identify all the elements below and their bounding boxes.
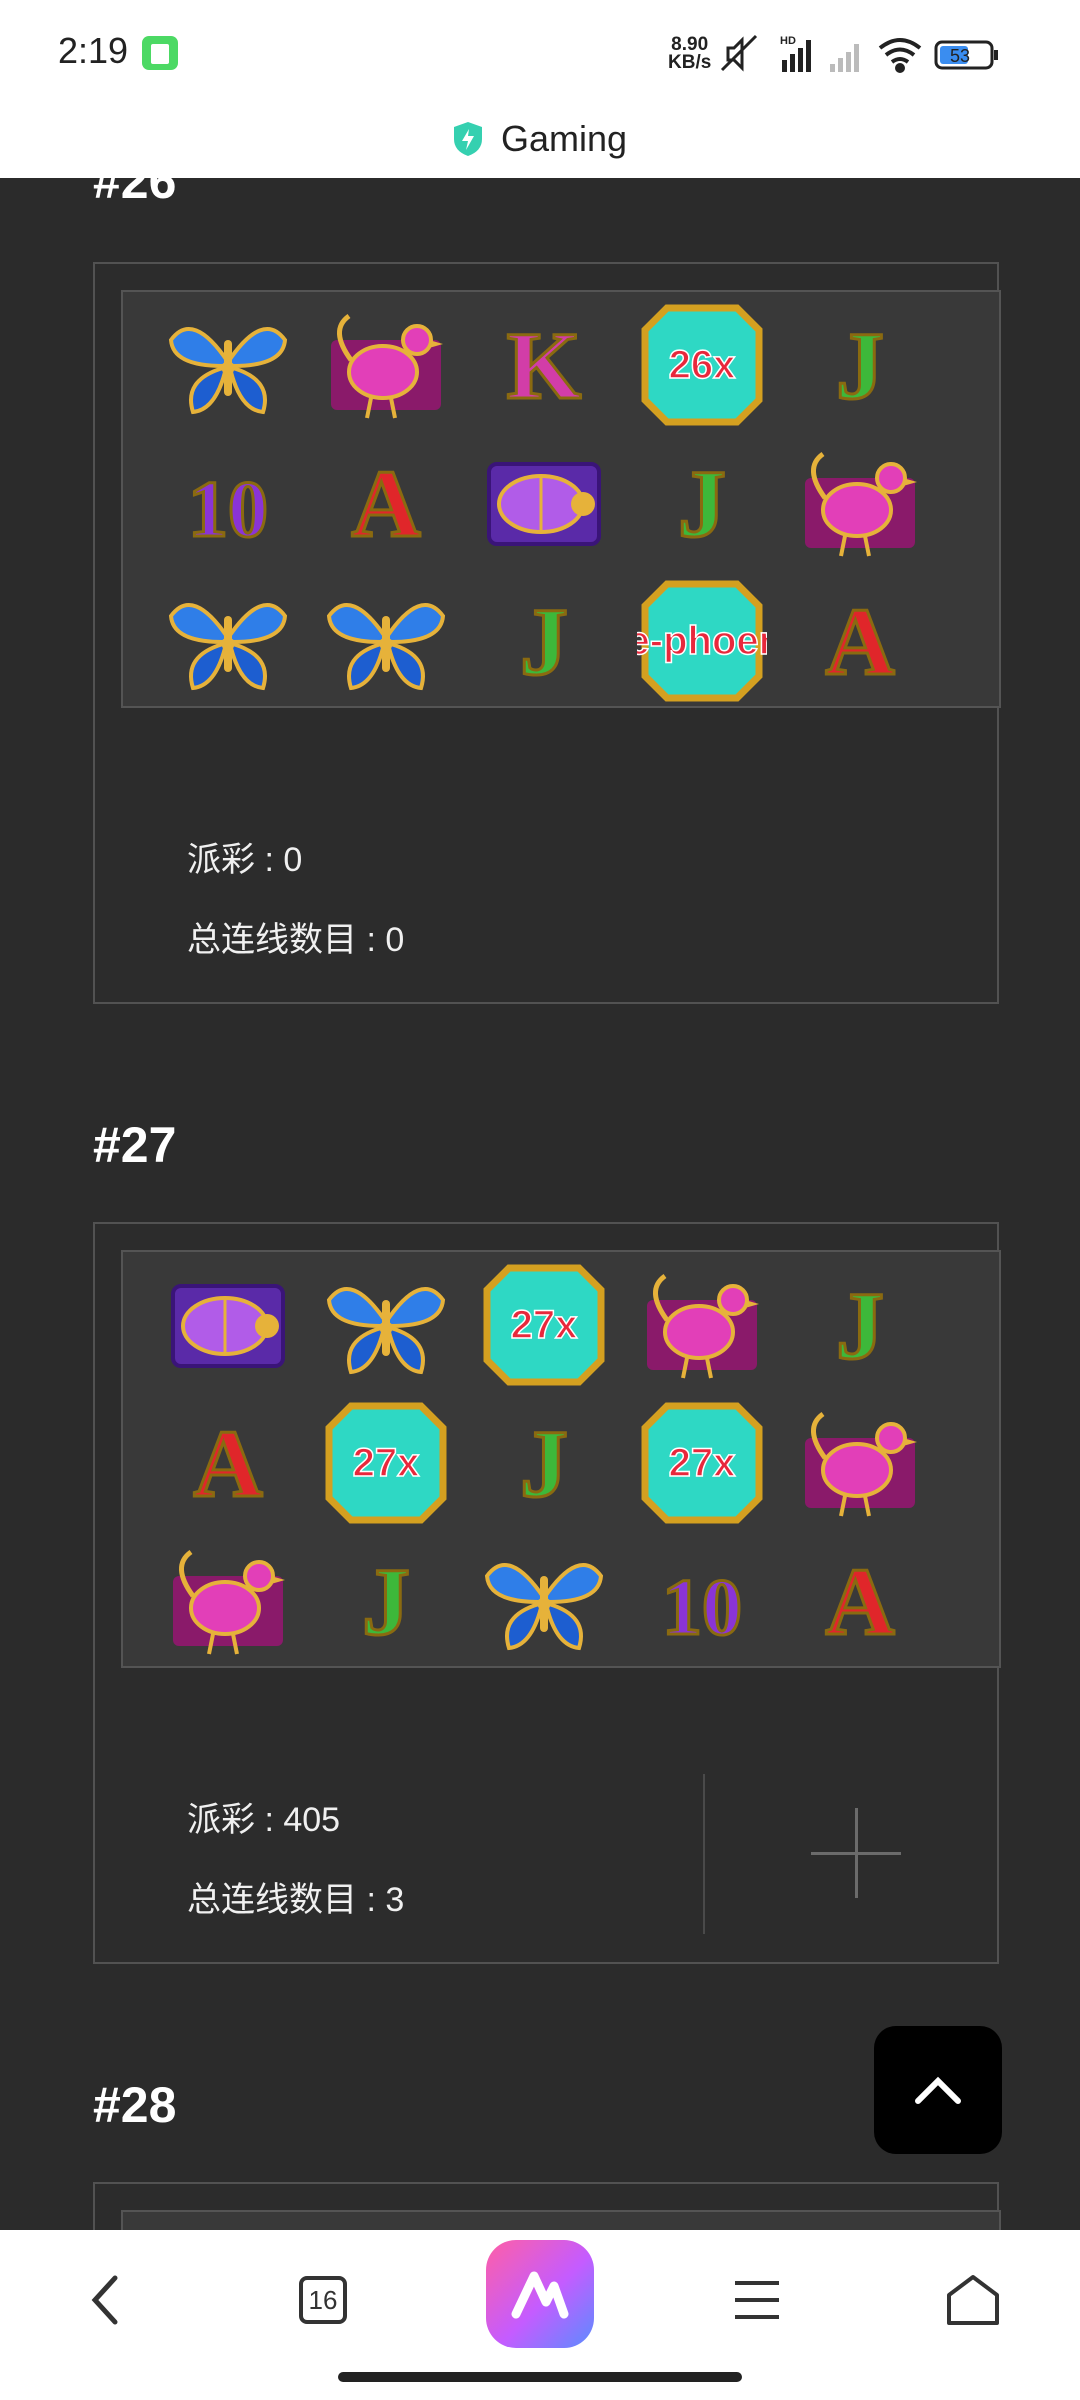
reel-symbol-j: J: [321, 1536, 451, 1666]
round-card: K26xJ10AJJfire-phoenixA 派彩 : 0 总连线数目 : 0: [93, 262, 1001, 1004]
reel-grid: 27x J A 27x J 27x J 10 A: [121, 1250, 1001, 1668]
signal-weak-icon: [830, 44, 859, 72]
reel-grid: K26xJ10AJJfire-phoenixA: [121, 290, 1001, 708]
svg-text:10: 10: [662, 1564, 742, 1652]
reel-symbol-phoenix-bird: [795, 438, 925, 568]
app-logo-icon: [511, 2271, 569, 2319]
reel-symbol-butterfly: [321, 1260, 451, 1390]
expand-plus-icon[interactable]: [811, 1808, 901, 1898]
reel-symbol-j: J: [795, 300, 925, 430]
divider: [703, 1774, 705, 1934]
reel-symbol-a: A: [321, 438, 451, 568]
menu-icon: [735, 2281, 779, 2319]
tabs-count: 16: [299, 2276, 347, 2324]
reel-symbol-butterfly: [479, 1536, 609, 1666]
home-button[interactable]: [928, 2260, 1018, 2340]
payout-text: 派彩 : 405: [187, 1801, 341, 1839]
page-header: Gaming: [0, 100, 1080, 178]
round-title: #27: [93, 1117, 177, 1173]
reel-symbol-27x: 27x: [637, 1398, 767, 1528]
reel-symbol-27x: 27x: [321, 1398, 451, 1528]
net-speed-unit: KB/s: [668, 52, 712, 73]
svg-text:27x: 27x: [353, 1441, 420, 1485]
round-card: 27x J A 27x J 27x J 10 A 派彩 : 405 总连线数目 : 3: [93, 1222, 1001, 1964]
lines-count-text: 总连线数目 : 3: [187, 1881, 405, 1919]
reel-symbol-a: A: [795, 576, 925, 706]
reel-symbol-butterfly: [321, 576, 451, 706]
svg-text:J: J: [678, 450, 726, 557]
clipboard-icon: [142, 36, 178, 70]
reel-symbol-a: A: [795, 1536, 925, 1666]
reel-symbol-j: J: [637, 438, 767, 568]
shield-bolt-icon: [453, 122, 482, 156]
net-speed: 8.90 KB/s: [668, 35, 712, 73]
reel-symbol-26x: 26x: [637, 300, 767, 430]
reel-symbol-phoenix-bird: [795, 1398, 925, 1528]
menu-button[interactable]: [712, 2260, 802, 2340]
svg-text:J: J: [520, 588, 568, 695]
svg-text:A: A: [825, 1548, 894, 1655]
back-button[interactable]: [60, 2260, 150, 2340]
svg-text:10: 10: [188, 466, 268, 554]
svg-text:26x: 26x: [669, 343, 736, 387]
history-list[interactable]: #26 K26xJ10AJJfire-phoenixA 派彩 : 0 总连线数目…: [0, 178, 1080, 2230]
svg-text:HD: HD: [780, 35, 796, 47]
tabs-button[interactable]: 16: [278, 2260, 368, 2340]
svg-text:J: J: [520, 1410, 568, 1517]
app-launcher-button[interactable]: [486, 2240, 594, 2348]
mute-icon: [720, 34, 758, 72]
reel-symbol-k: K: [479, 300, 609, 430]
svg-text:A: A: [193, 1410, 262, 1517]
chevron-up-icon: [915, 2076, 961, 2104]
reel-symbol-beetle: [479, 438, 609, 568]
reel-symbol-27x: 27x: [479, 1260, 609, 1390]
reel-symbol-j: J: [479, 576, 609, 706]
svg-text:J: J: [362, 1548, 410, 1655]
lines-count-text: 总连线数目 : 0: [187, 921, 405, 959]
gesture-bar: [338, 2372, 742, 2382]
reel-symbol-10: 10: [637, 1536, 767, 1666]
reel-symbol-beetle: [163, 1260, 293, 1390]
reel-symbol-j: J: [479, 1398, 609, 1528]
status-bar: 2:19 8.90 KB/s HD 53: [0, 0, 1080, 100]
svg-text:53: 53: [950, 46, 970, 66]
svg-text:A: A: [351, 450, 420, 557]
status-icons: HD 53: [720, 34, 998, 73]
chevron-left-icon: [91, 2275, 118, 2325]
reel-symbol-butterfly: [163, 576, 293, 706]
scroll-to-top-button[interactable]: [874, 2026, 1002, 2154]
payout-text: 派彩 : 0: [187, 841, 303, 879]
bottom-nav: 16: [0, 2230, 1080, 2400]
reel-symbol-butterfly: [163, 300, 293, 430]
svg-text:27x: 27x: [511, 1303, 578, 1347]
svg-text:J: J: [836, 1272, 884, 1379]
svg-text:27x: 27x: [669, 1441, 736, 1485]
signal-icon: HD: [780, 35, 811, 72]
round-card: [93, 2182, 1001, 2230]
reel-symbol-10: 10: [163, 438, 293, 568]
status-time: 2:19: [58, 30, 129, 71]
reel-symbol-fire-phoenix: fire-phoenix: [637, 576, 767, 706]
wifi-icon: [878, 38, 922, 73]
battery-icon: 53: [934, 40, 998, 70]
svg-text:A: A: [825, 588, 894, 695]
round-title: #26: [93, 178, 177, 209]
svg-text:fire-phoenix: fire-phoenix: [637, 619, 767, 663]
svg-text:J: J: [836, 312, 884, 419]
reel-symbol-phoenix-bird: [321, 300, 451, 430]
reel-symbol-j: J: [795, 1260, 925, 1390]
reel-symbol-phoenix-bird: [163, 1536, 293, 1666]
round-title: #28: [93, 2077, 177, 2133]
reel-symbol-a: A: [163, 1398, 293, 1528]
home-icon: [947, 2275, 999, 2325]
reel-grid: [121, 2210, 1001, 2230]
page-title: Gaming: [500, 118, 628, 159]
reel-symbol-phoenix-bird: [637, 1260, 767, 1390]
svg-text:K: K: [507, 312, 582, 419]
